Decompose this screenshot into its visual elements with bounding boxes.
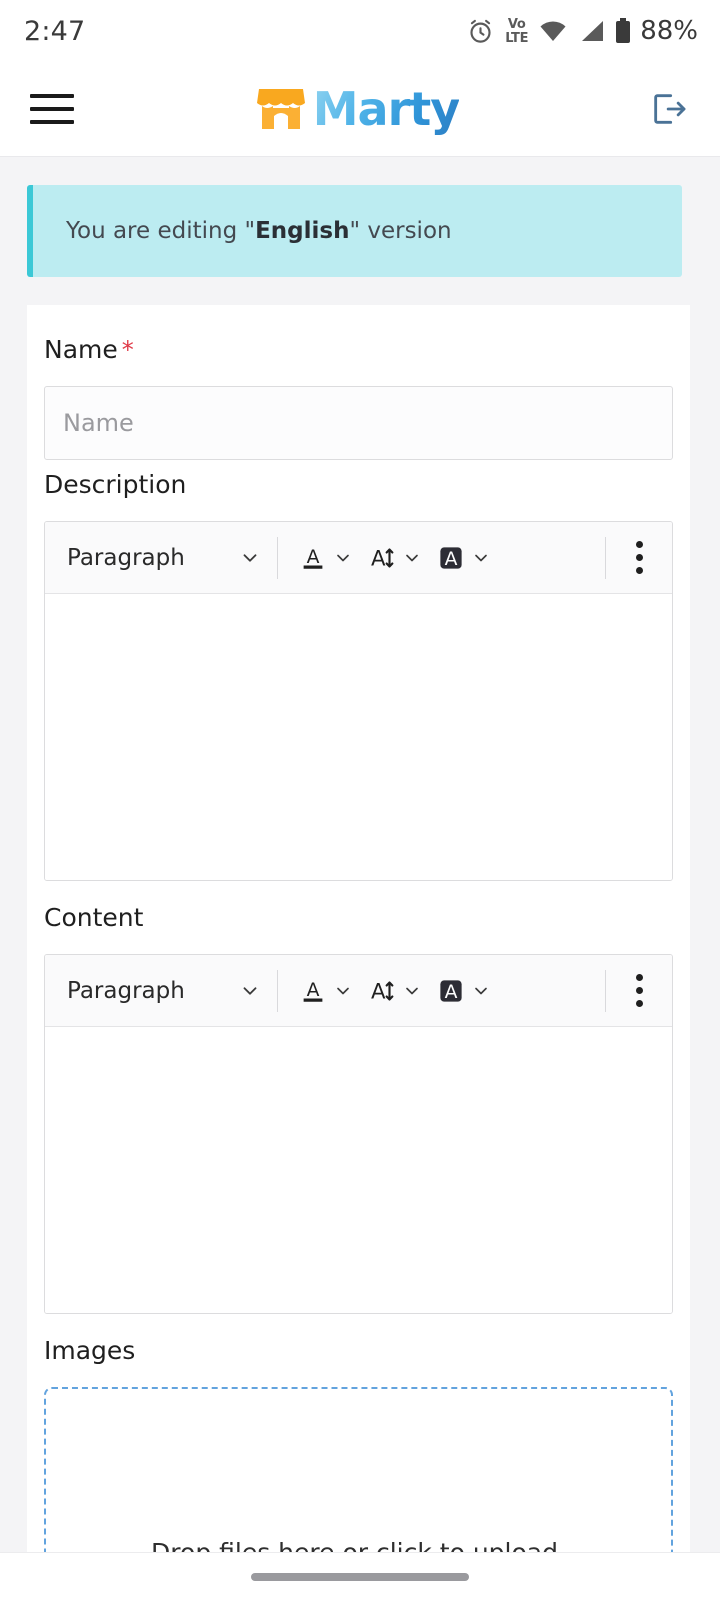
text-color-icon: A — [298, 976, 328, 1006]
chevron-down-icon — [239, 547, 261, 569]
content-editor: Paragraph A A A — [44, 954, 673, 1314]
description-editor: Paragraph A A A — [44, 521, 673, 881]
banner-language: English — [255, 218, 350, 244]
chevron-down-icon — [402, 548, 422, 568]
more-vertical-icon — [635, 541, 643, 574]
banner-prefix: You are editing " — [66, 218, 256, 244]
svg-text:A: A — [445, 981, 458, 1002]
content-label: Content — [44, 903, 144, 932]
chevron-down-icon — [333, 548, 353, 568]
description-editor-body[interactable] — [45, 594, 672, 880]
editing-language-banner: You are editing "English" version — [27, 185, 682, 277]
text-color-icon: A — [298, 543, 328, 573]
chevron-down-icon — [239, 980, 261, 1002]
images-label: Images — [44, 1336, 136, 1365]
content-block-style-select[interactable]: Paragraph — [49, 955, 277, 1026]
chevron-down-icon — [471, 981, 491, 1001]
volte-bottom-label: LTE — [505, 30, 529, 46]
svg-text:A: A — [445, 548, 458, 569]
content-editor-body[interactable] — [45, 1027, 672, 1313]
hamburger-line — [30, 94, 74, 98]
shop-storefront-icon — [255, 84, 307, 134]
hamburger-line — [30, 120, 74, 124]
field-description: Description Paragraph A A A — [44, 470, 673, 881]
hamburger-menu-icon[interactable] — [30, 92, 74, 126]
highlight-color-icon: A — [436, 976, 466, 1006]
content-block-style-label: Paragraph — [67, 977, 185, 1004]
description-font-size-button[interactable]: A — [361, 539, 428, 577]
chevron-down-icon — [402, 981, 422, 1001]
brand-name: Marty — [312, 82, 460, 136]
description-more-options-button[interactable] — [606, 522, 672, 593]
content-more-options-button[interactable] — [606, 955, 672, 1026]
field-name: Name * — [44, 335, 673, 460]
more-vertical-icon — [635, 974, 643, 1007]
page-content: You are editing "English" version Name * … — [0, 185, 720, 1600]
status-icons: Vo LTE 88% — [467, 16, 698, 46]
signal-icon — [578, 20, 604, 42]
gesture-pill[interactable] — [251, 1572, 469, 1581]
content-editor-toolbar: Paragraph A A A — [45, 955, 672, 1027]
system-gesture-bar — [0, 1552, 720, 1600]
content-format-tools: A A A — [278, 972, 605, 1010]
battery-icon — [615, 18, 631, 44]
hamburger-line — [30, 107, 74, 111]
name-label: Name * — [44, 335, 673, 364]
field-content: Content Paragraph A A A — [44, 903, 673, 1314]
name-label-text: Name — [44, 335, 118, 364]
battery-percent-label: 88% — [640, 16, 698, 46]
font-size-icon: A — [367, 976, 397, 1006]
banner-suffix: " version — [349, 218, 452, 244]
highlight-color-icon: A — [436, 543, 466, 573]
description-editor-toolbar: Paragraph A A A — [45, 522, 672, 594]
form-card: Name* Description Paragraph — [27, 305, 690, 1600]
description-label: Description — [44, 470, 187, 499]
description-block-style-label: Paragraph — [67, 544, 185, 571]
banner-text: You are editing "English" version — [66, 218, 452, 244]
status-time: 2:47 — [24, 15, 86, 47]
description-text-color-button[interactable]: A — [292, 539, 359, 577]
volte-top-label: Vo — [507, 16, 526, 32]
status-bar: 2:47 Vo LTE 88% — [0, 0, 720, 62]
description-highlight-color-button[interactable]: A — [430, 539, 497, 577]
volte-icon: Vo LTE — [505, 18, 528, 45]
chevron-down-icon — [471, 548, 491, 568]
logout-icon[interactable] — [646, 86, 692, 132]
font-size-icon: A — [367, 543, 397, 573]
content-text-color-button[interactable]: A — [292, 972, 359, 1010]
svg-text:A: A — [307, 547, 320, 568]
svg-text:A: A — [371, 546, 386, 571]
required-marker: * — [121, 336, 134, 364]
app-header: Marty — [0, 62, 720, 157]
description-format-tools: A A A — [278, 539, 605, 577]
alarm-icon — [467, 18, 494, 45]
content-font-size-button[interactable]: A — [361, 972, 428, 1010]
svg-text:A: A — [371, 979, 386, 1004]
name-input[interactable] — [44, 386, 673, 460]
wifi-icon — [539, 20, 567, 42]
description-block-style-select[interactable]: Paragraph — [49, 522, 277, 593]
chevron-down-icon — [333, 981, 353, 1001]
svg-text:A: A — [307, 980, 320, 1001]
brand-logo[interactable]: Marty — [255, 82, 460, 136]
content-highlight-color-button[interactable]: A — [430, 972, 497, 1010]
